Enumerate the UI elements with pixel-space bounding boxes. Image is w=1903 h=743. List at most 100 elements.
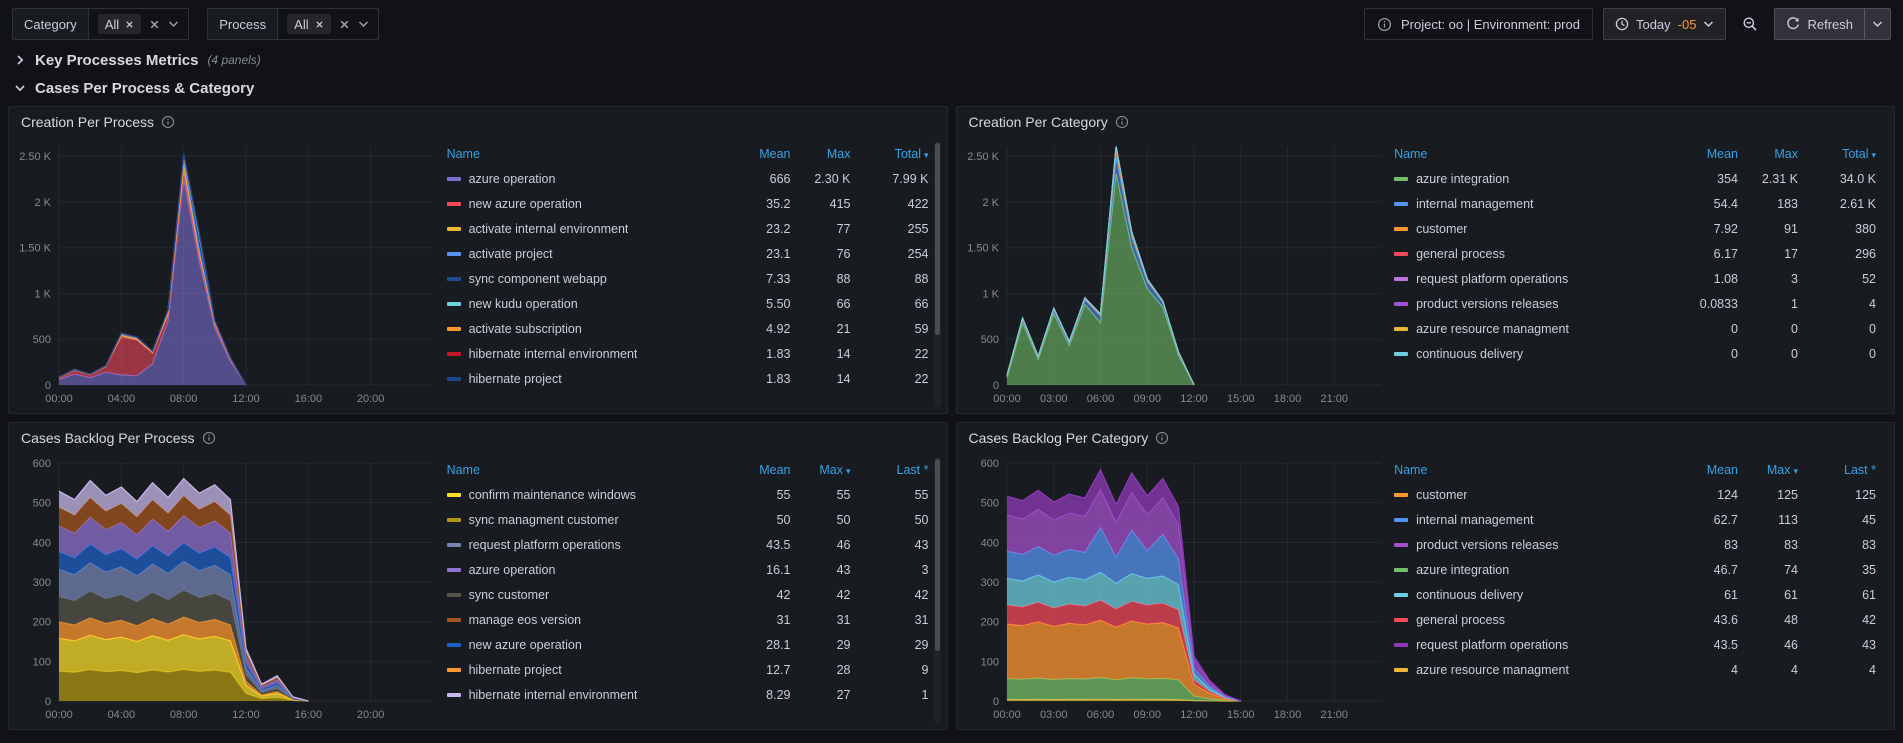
series-name[interactable]: activate project [469,247,553,261]
legend-item[interactable]: new kudu operation 5.50 66 66 [446,291,929,316]
dashboard-row-cases-per-process-category[interactable]: Cases Per Process & Category [0,74,1903,102]
series-name[interactable]: azure operation [469,172,556,186]
series-name[interactable]: azure resource managment [1416,322,1569,336]
chevron-down-icon[interactable] [168,20,179,28]
filter-process-dropdown[interactable]: All [277,8,379,40]
series-name[interactable]: hibernate project [469,372,562,386]
series-name[interactable]: hibernate internal environment [469,688,638,702]
series-name[interactable]: internal management [1416,513,1533,527]
legend-item[interactable]: azure resource managment 0 0 0 [1394,316,1876,341]
legend-item[interactable]: request platform operations 43.5 46 43 [1394,632,1876,657]
legend-item[interactable]: hibernate project 12.7 28 9 [446,657,929,682]
series-name[interactable]: request platform operations [1416,638,1568,652]
legend-col-mean[interactable]: Mean [1668,147,1738,161]
filter-category-chip[interactable]: All [97,14,142,34]
legend-item[interactable]: activate subscription 4.92 21 59 [446,316,929,341]
series-name[interactable]: hibernate project [469,663,562,677]
series-name[interactable]: azure integration [1416,172,1509,186]
series-name[interactable]: continuous delivery [1416,588,1523,602]
series-name[interactable]: azure resource managment [1416,663,1569,677]
panel-title[interactable]: Creation Per Category [969,114,1108,130]
legend-item[interactable]: sync customer 42 42 42 [446,582,929,607]
legend-col-max[interactable]: Max [1738,147,1798,161]
legend-item[interactable]: customer 7.92 91 380 [1394,216,1876,241]
filter-clear-icon[interactable] [339,19,350,30]
series-name[interactable]: activate internal environment [469,222,629,236]
filter-category-dropdown[interactable]: All [87,8,190,40]
series-name[interactable]: continuous delivery [1416,347,1523,361]
series-name[interactable]: internal management [1416,197,1533,211]
legend-item[interactable]: sync component webapp 7.33 88 88 [446,266,929,291]
legend-item[interactable]: new azure operation 35.2 415 422 [446,191,929,216]
legend-item[interactable]: product versions releases 83 83 83 [1394,532,1876,557]
legend-item[interactable]: azure integration 46.7 74 35 [1394,557,1876,582]
panel-title[interactable]: Cases Backlog Per Process [21,430,195,446]
legend-item[interactable]: continuous delivery 61 61 61 [1394,582,1876,607]
legend-col-max[interactable]: Max ▾ [791,463,850,477]
chip-remove-icon[interactable] [315,20,324,29]
legend-item[interactable]: hibernate internal environment 1.83 14 22 [446,341,929,366]
legend-col-name[interactable]: Name [1394,463,1668,477]
legend-item[interactable]: general process 43.6 48 42 [1394,607,1876,632]
legend-col-max[interactable]: Max [791,147,851,161]
series-name[interactable]: sync managment customer [469,513,619,527]
series-name[interactable]: general process [1416,613,1505,627]
legend-col-last[interactable]: Last * [851,463,929,477]
legend-item[interactable]: continuous delivery 0 0 0 [1394,341,1876,366]
legend-item[interactable]: general process 6.17 17 296 [1394,241,1876,266]
legend-item[interactable]: product versions releases 0.0833 1 4 [1394,291,1876,316]
legend-col-last[interactable]: Last * [1798,463,1876,477]
legend-item[interactable]: hibernate project 1.83 14 22 [446,366,929,391]
series-name[interactable]: activate subscription [469,322,582,336]
panel-title[interactable]: Creation Per Process [21,114,154,130]
refresh-interval-dropdown[interactable] [1864,8,1891,40]
panel-title[interactable]: Cases Backlog Per Category [969,430,1149,446]
series-name[interactable]: confirm maintenance windows [469,488,636,502]
chart-area[interactable]: 0 100 200 300 400 500 600 00:00 04:00 08:00 12:00 1… [13,453,441,727]
series-name[interactable]: manage eos version [469,613,582,627]
legend-col-mean[interactable]: Mean [721,147,790,161]
chevron-down-icon[interactable] [358,20,369,28]
legend-item[interactable]: manage eos version 31 31 31 [446,607,929,632]
legend-item[interactable]: request platform operations 1.08 3 52 [1394,266,1876,291]
legend-col-name[interactable]: Name [447,463,721,477]
legend-col-mean[interactable]: Mean [721,463,790,477]
series-name[interactable]: azure integration [1416,563,1509,577]
legend-col-name[interactable]: Name [447,147,721,161]
legend-col-total[interactable]: Total ▾ [1798,147,1876,161]
legend-scrollbar-thumb[interactable] [934,459,940,651]
series-name[interactable]: request platform operations [469,538,621,552]
series-name[interactable]: azure operation [469,563,556,577]
filter-process-chip[interactable]: All [287,14,331,34]
chart-area[interactable]: 0 500 1 K 1.50 K 2 K 2.50 K 00:00 03:00 06:00 09:… [961,137,1389,411]
legend-item[interactable]: customer 124 125 125 [1394,482,1876,507]
series-name[interactable]: new kudu operation [469,297,578,311]
legend-item[interactable]: internal management 54.4 183 2.61 K [1394,191,1876,216]
legend-col-name[interactable]: Name [1394,147,1668,161]
series-name[interactable]: product versions releases [1416,297,1558,311]
series-name[interactable]: request platform operations [1416,272,1568,286]
legend-item[interactable]: azure resource managment 4 4 4 [1394,657,1876,682]
legend-item[interactable]: sync managment customer 50 50 50 [446,507,929,532]
legend-item[interactable]: azure operation 666 2.30 K 7.99 K [446,166,929,191]
legend-item[interactable]: request platform operations 43.5 46 43 [446,532,929,557]
series-name[interactable]: customer [1416,488,1467,502]
series-name[interactable]: general process [1416,247,1505,261]
legend-scrollbar-thumb[interactable] [934,143,940,335]
legend-col-mean[interactable]: Mean [1668,463,1738,477]
legend-item[interactable]: hibernate internal environment 8.29 27 1 [446,682,929,707]
refresh-button[interactable]: Refresh [1774,8,1864,40]
legend-col-max[interactable]: Max ▾ [1738,463,1798,477]
legend-item[interactable]: new azure operation 28.1 29 29 [446,632,929,657]
legend-item[interactable]: azure operation 16.1 43 3 [446,557,929,582]
legend-item[interactable]: confirm maintenance windows 55 55 55 [446,482,929,507]
series-name[interactable]: sync component webapp [469,272,607,286]
legend-item[interactable]: internal management 62.7 113 45 [1394,507,1876,532]
dashboard-row-key-processes-metrics[interactable]: Key Processes Metrics (4 panels) [0,46,1903,74]
filter-clear-icon[interactable] [149,19,160,30]
zoom-out-button[interactable] [1736,8,1764,40]
series-name[interactable]: hibernate internal environment [469,347,638,361]
legend-item[interactable]: azure integration 354 2.31 K 34.0 K [1394,166,1876,191]
chart-area[interactable]: 0 100 200 300 400 500 600 00:00 03:00 06:00 09:00 1… [961,453,1389,727]
series-name[interactable]: new azure operation [469,197,582,211]
